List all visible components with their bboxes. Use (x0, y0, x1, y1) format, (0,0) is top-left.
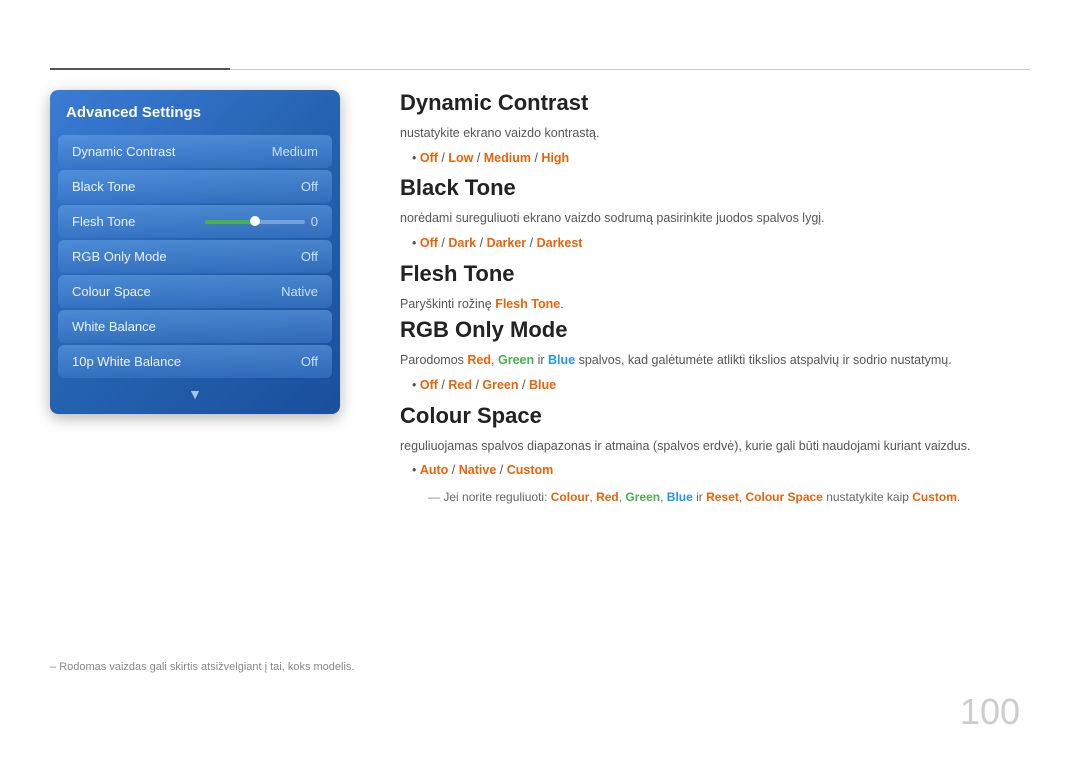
section-options-dynamic-contrast: Off / Low / Medium / High (412, 147, 1030, 170)
section-title-black-tone: Black Tone (400, 175, 1030, 201)
section-title-flesh-tone: Flesh Tone (400, 261, 1030, 287)
sidebar-item-dynamic-contrast[interactable]: Dynamic Contrast Medium (58, 135, 332, 168)
flesh-tone-slider-fill (205, 220, 255, 224)
sidebar-label-flesh-tone: Flesh Tone (72, 214, 135, 229)
section-title-rgb-only-mode: RGB Only Mode (400, 317, 1030, 343)
opt-auto-cs: Auto (420, 463, 448, 477)
flesh-tone-slider-container: 0 (205, 214, 318, 229)
opt-blue-rgb: Blue (548, 353, 575, 367)
sidebar-item-flesh-tone[interactable]: Flesh Tone 0 (58, 205, 332, 238)
opt-green-rgb-opt: Green (482, 378, 518, 392)
opt-high-dc: High (541, 151, 569, 165)
sidebar-label-black-tone: Black Tone (72, 179, 135, 194)
page-number: 100 (960, 691, 1020, 733)
opt-red-rgb: Red (467, 353, 491, 367)
top-border (50, 68, 1030, 70)
sidebar-value-flesh-tone: 0 (311, 214, 318, 229)
sidebar-title: Advanced Settings (50, 90, 340, 133)
sidebar-item-colour-space[interactable]: Colour Space Native (58, 275, 332, 308)
section-rgb-only-mode: RGB Only Mode Parodomos Red, Green ir Bl… (400, 317, 1030, 396)
sidebar-value-colour-space: Native (281, 284, 318, 299)
opt-off-dc: Off (420, 151, 438, 165)
sidebar-value-dynamic-contrast: Medium (272, 144, 318, 159)
section-title-dynamic-contrast: Dynamic Contrast (400, 90, 1030, 116)
section-desc-rgb-only-mode: Parodomos Red, Green ir Blue spalvos, ka… (400, 351, 1030, 370)
sidebar-item-rgb-only-mode[interactable]: RGB Only Mode Off (58, 240, 332, 273)
section-desc-dynamic-contrast: nustatykite ekrano vaizdo kontrastą. (400, 124, 1030, 143)
main-content: Dynamic Contrast nustatykite ekrano vaiz… (400, 90, 1030, 703)
sidebar-panel: Advanced Settings Dynamic Contrast Mediu… (50, 90, 340, 414)
section-desc-flesh-tone: Paryškinti rožinę Flesh Tone. (400, 295, 1030, 314)
section-colour-space: Colour Space reguliuojamas spalvos diapa… (400, 403, 1030, 506)
sidebar-scroll-arrow[interactable]: ▼ (50, 380, 340, 404)
sidebar-item-white-balance[interactable]: White Balance (58, 310, 332, 343)
section-flesh-tone: Flesh Tone Paryškinti rožinę Flesh Tone. (400, 261, 1030, 314)
section-options-black-tone: Off / Dark / Darker / Darkest (412, 232, 1030, 255)
section-desc-colour-space: reguliuojamas spalvos diapazonas ir atma… (400, 437, 1030, 456)
opt-medium-dc: Medium (484, 151, 531, 165)
sidebar-item-10p-white-balance[interactable]: 10p White Balance Off (58, 345, 332, 378)
opt-off-bt: Off (420, 236, 438, 250)
section-options-colour-space: Auto / Native / Custom (412, 459, 1030, 482)
colour-space-subnote: Jei norite reguliuoti: Colour, Red, Gree… (428, 488, 1030, 506)
sidebar-label-dynamic-contrast: Dynamic Contrast (72, 144, 175, 159)
opt-custom-cs: Custom (507, 463, 554, 477)
flesh-tone-slider-thumb (250, 216, 260, 226)
opt-dark-bt: Dark (448, 236, 476, 250)
opt-green-rgb: Green (498, 353, 534, 367)
opt-native-cs: Native (459, 463, 497, 477)
footer-note: Rodomas vaizdas gali skirtis atsižvelgia… (50, 661, 354, 673)
sidebar-label-white-balance: White Balance (72, 319, 156, 334)
sidebar-label-rgb-only-mode: RGB Only Mode (72, 249, 167, 264)
section-title-colour-space: Colour Space (400, 403, 1030, 429)
section-options-rgb-only-mode: Off / Red / Green / Blue (412, 374, 1030, 397)
sidebar-value-black-tone: Off (301, 179, 318, 194)
section-black-tone: Black Tone norėdami sureguliuoti ekrano … (400, 175, 1030, 254)
opt-off-rgb: Off (420, 378, 438, 392)
opt-darker-bt: Darker (487, 236, 527, 250)
flesh-tone-highlight: Flesh Tone (495, 297, 560, 311)
opt-low-dc: Low (448, 151, 473, 165)
opt-darkest-bt: Darkest (537, 236, 583, 250)
sidebar-label-colour-space: Colour Space (72, 284, 151, 299)
section-desc-black-tone: norėdami sureguliuoti ekrano vaizdo sodr… (400, 209, 1030, 228)
sidebar-label-10p-white-balance: 10p White Balance (72, 354, 181, 369)
flesh-tone-slider[interactable] (205, 220, 305, 224)
opt-blue-rgb-opt: Blue (529, 378, 556, 392)
section-dynamic-contrast: Dynamic Contrast nustatykite ekrano vaiz… (400, 90, 1030, 169)
sidebar-value-10p-white-balance: Off (301, 354, 318, 369)
opt-red-rgb-opt: Red (448, 378, 472, 392)
sidebar-item-black-tone[interactable]: Black Tone Off (58, 170, 332, 203)
sidebar-value-rgb-only-mode: Off (301, 249, 318, 264)
